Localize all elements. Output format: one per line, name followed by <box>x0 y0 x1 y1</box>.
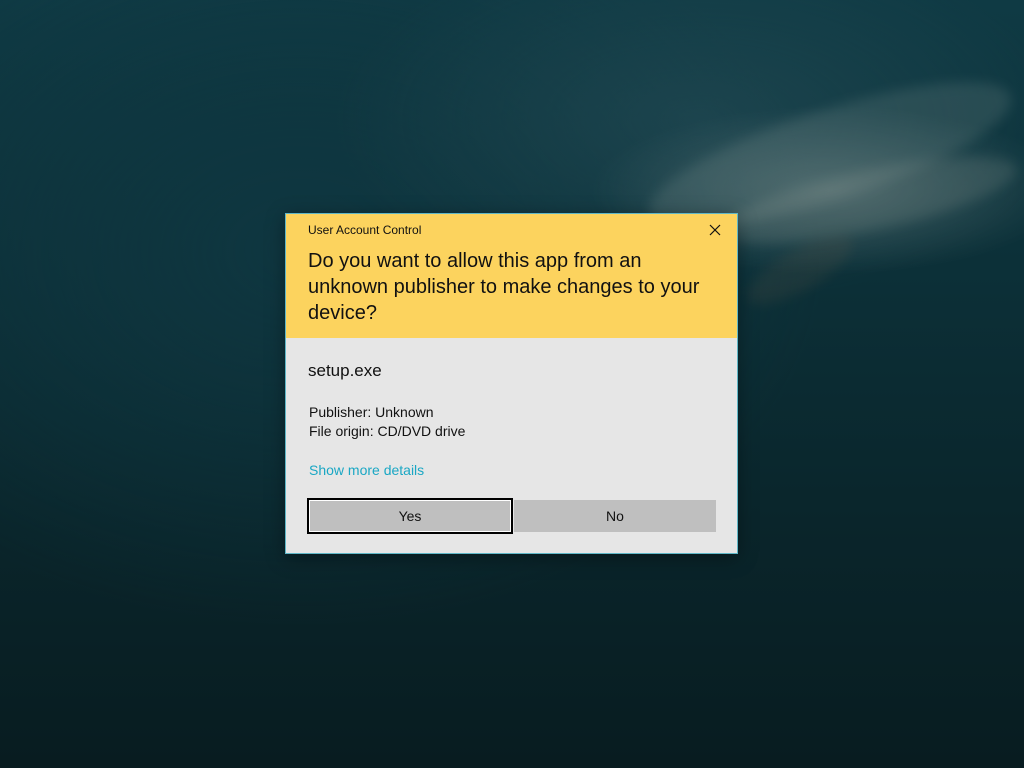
dialog-title: User Account Control <box>308 223 422 237</box>
yes-button[interactable]: Yes <box>307 498 513 534</box>
uac-body: setup.exe Publisher: Unknown File origin… <box>286 338 737 553</box>
app-name: setup.exe <box>308 361 382 380</box>
uac-header: User Account Control Do you want to allo… <box>286 214 737 338</box>
file-origin-info: File origin: CD/DVD drive <box>309 423 466 439</box>
publisher-info: Publisher: Unknown <box>309 404 434 420</box>
uac-question: Do you want to allow this app from an un… <box>308 250 700 324</box>
close-icon <box>709 224 721 236</box>
close-button[interactable] <box>701 218 729 242</box>
uac-dialog: User Account Control Do you want to allo… <box>285 213 738 554</box>
no-button[interactable]: No <box>514 500 716 532</box>
show-more-details-link[interactable]: Show more details <box>309 462 424 478</box>
